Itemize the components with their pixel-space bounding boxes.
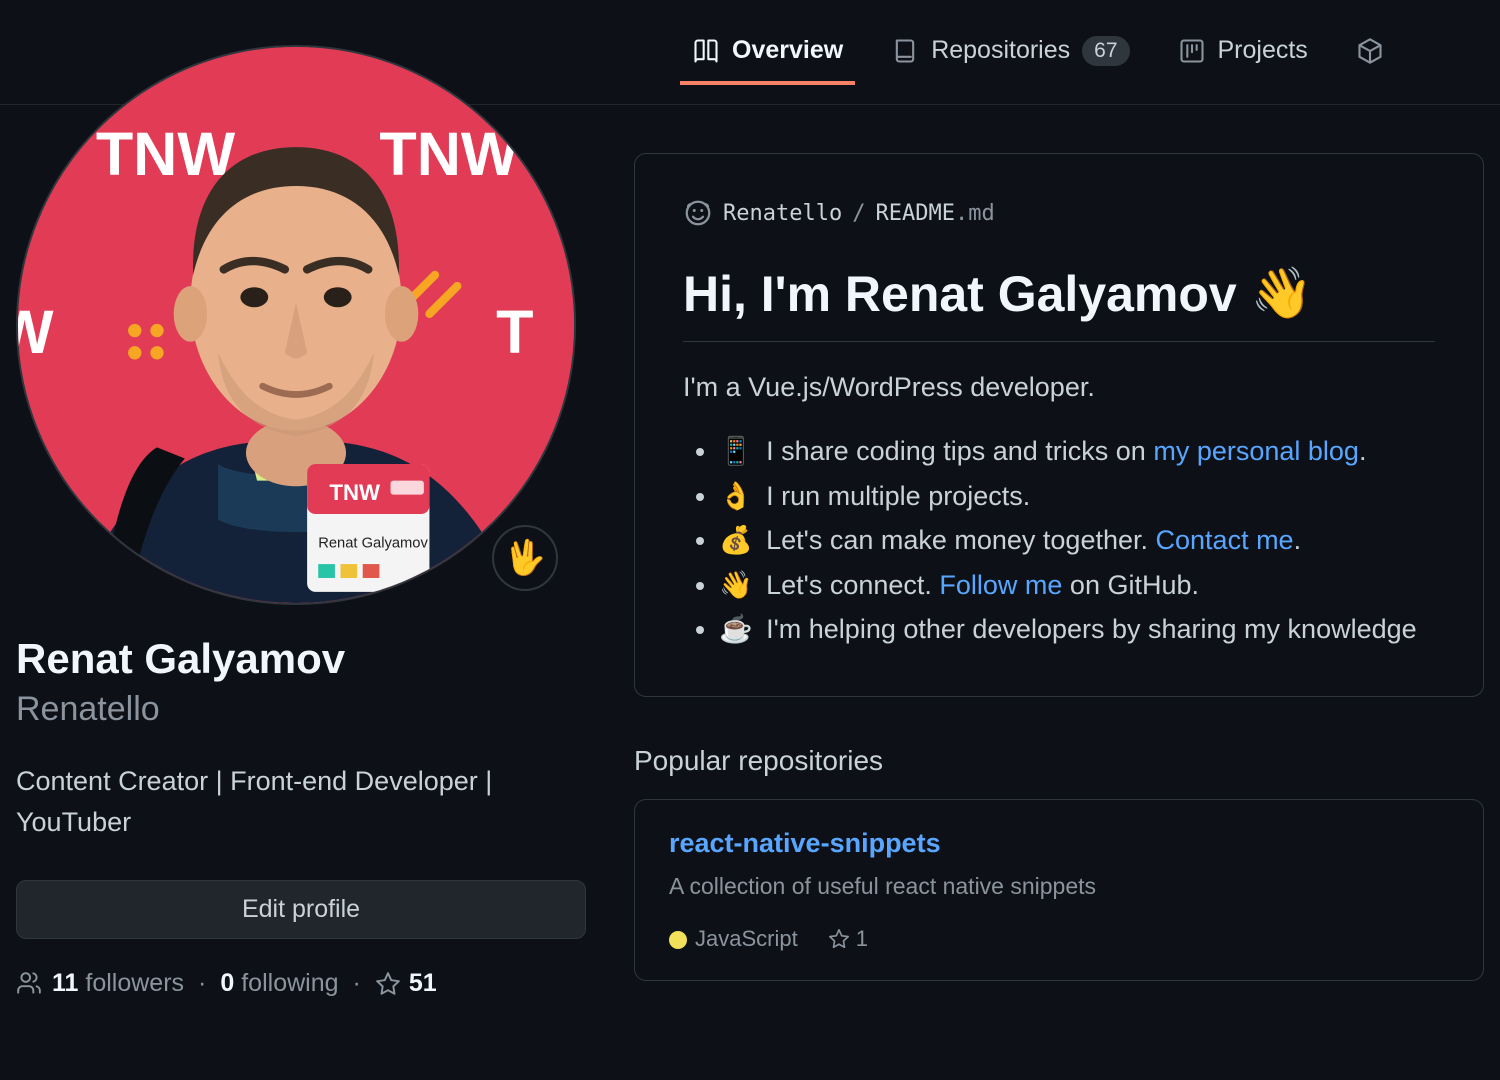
- readme-intro: I'm a Vue.js/WordPress developer.: [683, 372, 1435, 403]
- repo-icon: [891, 37, 919, 65]
- bullet-emoji: 💰: [719, 525, 760, 555]
- tab-label: Repositories: [931, 36, 1070, 65]
- profile-fullname: Renat Galyamov: [16, 633, 586, 686]
- list-text: I run multiple projects.: [766, 481, 1030, 511]
- repo-language-label: JavaScript: [695, 926, 798, 951]
- tab-packages[interactable]: [1344, 21, 1384, 85]
- readme-box: Renatello / README.md Hi, I'm Renat Galy…: [634, 153, 1484, 697]
- readme-heading: Hi, I'm Renat Galyamov 👋: [683, 264, 1435, 342]
- readme-list-item: 👋 Let's connect. Follow me on GitHub.: [719, 563, 1435, 608]
- list-text: on GitHub.: [1062, 570, 1199, 600]
- list-text: Let's can make money together.: [766, 525, 1155, 555]
- inline-link[interactable]: Contact me: [1156, 525, 1294, 555]
- bullet-emoji: 👋: [719, 570, 760, 600]
- repo-card: react-native-snippets A collection of us…: [634, 799, 1484, 981]
- separator-dot: ·: [198, 969, 206, 998]
- tab-overview[interactable]: Overview: [680, 20, 855, 85]
- edit-profile-button[interactable]: Edit profile: [16, 880, 586, 939]
- svg-text:TNW: TNW: [379, 120, 519, 188]
- popular-repos-heading: Popular repositories: [634, 745, 1484, 777]
- tab-label: Projects: [1218, 36, 1308, 65]
- bullet-emoji: ☕: [719, 614, 760, 644]
- svg-text:W: W: [18, 298, 54, 366]
- followers-link[interactable]: 11 followers: [52, 969, 184, 998]
- repo-language: JavaScript: [669, 926, 798, 952]
- bullet-emoji: 📱: [719, 436, 760, 466]
- readme-path-ext: .md: [955, 201, 995, 226]
- lang-color-dot: [669, 931, 687, 949]
- repo-stars-link[interactable]: 1: [828, 926, 868, 952]
- repo-description: A collection of useful react native snip…: [669, 873, 1449, 900]
- stars-count: 51: [409, 969, 437, 998]
- inline-link[interactable]: my personal blog: [1153, 436, 1359, 466]
- repo-meta: JavaScript 1: [669, 926, 1449, 952]
- svg-text:Renat Galyamov: Renat Galyamov: [318, 535, 428, 551]
- svg-text:TNW: TNW: [96, 120, 236, 188]
- readme-list-item: ☕ I'm helping other developers by sharin…: [719, 607, 1435, 652]
- list-text: I share coding tips and tricks on: [766, 436, 1153, 466]
- following-count: 0: [220, 969, 234, 997]
- list-text: I'm helping other developers by sharing …: [766, 614, 1417, 644]
- followers-count: 11: [52, 969, 78, 997]
- inline-link[interactable]: Follow me: [939, 570, 1062, 600]
- smiley-icon: [683, 198, 713, 228]
- readme-path-user: Renatello: [723, 201, 842, 226]
- package-icon: [1356, 37, 1384, 65]
- repo-stars-count: 1: [856, 926, 868, 952]
- readme-list-item: 📱 I share coding tips and tricks on my p…: [719, 429, 1435, 474]
- avatar[interactable]: TNW TNW W T: [16, 45, 576, 605]
- following-link[interactable]: 0 following: [220, 969, 338, 998]
- profile-names: Renat Galyamov Renatello: [16, 633, 586, 733]
- following-label: following: [241, 969, 338, 997]
- profile-main: Renatello / README.md Hi, I'm Renat Galy…: [634, 105, 1484, 998]
- book-icon: [692, 37, 720, 65]
- readme-list-item: 💰 Let's can make money together. Contact…: [719, 518, 1435, 563]
- tab-projects[interactable]: Projects: [1166, 20, 1320, 85]
- repo-name-link[interactable]: react-native-snippets: [669, 828, 941, 858]
- readme-path-sep: /: [852, 201, 865, 226]
- readme-path-file: README: [875, 201, 954, 226]
- readme-list: 📱 I share coding tips and tricks on my p…: [683, 429, 1435, 652]
- svg-text:T: T: [496, 298, 533, 366]
- star-icon: [375, 971, 401, 997]
- svg-text:TNW: TNW: [329, 480, 380, 505]
- readme-heading-text: Hi, I'm Renat Galyamov: [683, 265, 1237, 323]
- profile-sidebar: TNW TNW W T: [16, 45, 586, 998]
- project-icon: [1178, 37, 1206, 65]
- readme-list-item: 👌 I run multiple projects.: [719, 474, 1435, 519]
- list-text: .: [1294, 525, 1302, 555]
- stars-link[interactable]: 51: [375, 969, 437, 998]
- wave-emoji: 👋: [1251, 264, 1313, 323]
- followers-label: followers: [85, 969, 184, 997]
- status-badge[interactable]: 🖖: [492, 525, 558, 591]
- bullet-emoji: 👌: [719, 481, 760, 511]
- follow-stats: 11 followers · 0 following · 51: [16, 969, 586, 998]
- profile-bio: Content Creator | Front-end Developer | …: [16, 761, 586, 842]
- tab-repositories[interactable]: Repositories 67: [879, 20, 1141, 86]
- list-text: Let's connect.: [766, 570, 939, 600]
- repo-count-badge: 67: [1082, 36, 1129, 66]
- people-icon: [16, 971, 42, 997]
- avatar-image: TNW TNW W T: [18, 47, 574, 603]
- separator-dot: ·: [353, 969, 361, 998]
- list-text: .: [1359, 436, 1367, 466]
- readme-path: Renatello / README.md: [683, 198, 1435, 228]
- tab-label: Overview: [732, 36, 843, 65]
- status-emoji: 🖖: [504, 538, 546, 578]
- star-icon: [828, 928, 850, 950]
- profile-username: Renatello: [16, 686, 586, 734]
